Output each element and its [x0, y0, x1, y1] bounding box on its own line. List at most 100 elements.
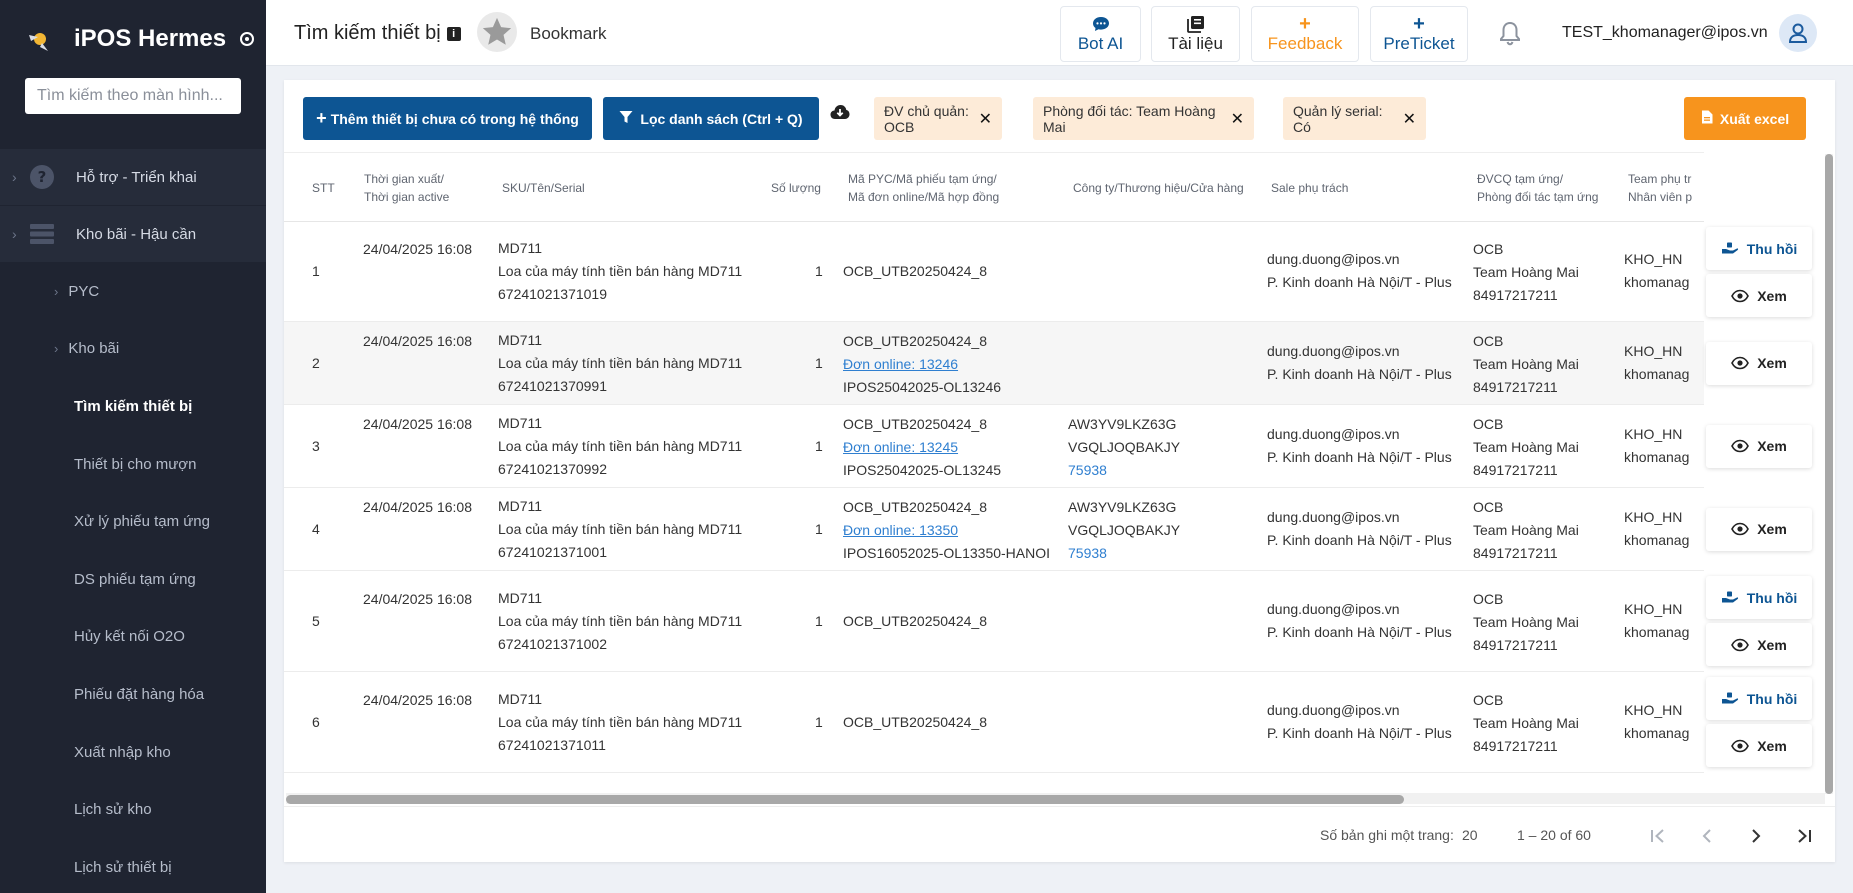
chevron-right-icon: › — [54, 341, 59, 356]
sidebar-item-ds-phieu-tam-ung[interactable]: DS phiếu tạm ứng — [74, 568, 196, 592]
book-icon — [1186, 14, 1205, 34]
sidebar-group-warehouse[interactable]: › Kho bãi - Hậu cần — [0, 206, 266, 262]
cell-time: 24/04/2025 16:08 — [363, 332, 472, 349]
vertical-scrollbar[interactable] — [1825, 154, 1833, 794]
table-row[interactable]: 5 24/04/2025 16:08 MD711 Loa của máy tính t… — [284, 571, 1812, 672]
table-row[interactable]: 1 24/04/2025 16:08 MD711 Loa của máy tính t… — [284, 222, 1812, 322]
store-link[interactable]: 75938 — [1068, 459, 1180, 482]
sale-department: P. Kinh doanh Hà Nội/T - Plus — [1267, 724, 1452, 741]
cell-sale: dung.duong@ipos.vn P. Kinh doanh Hà Nội/T… — [1267, 699, 1452, 745]
col-sale: Sale phụ trách — [1271, 181, 1349, 195]
filter-icon — [619, 110, 633, 127]
table-row[interactable]: 2 24/04/2025 16:08 MD711 Loa của máy tính t… — [284, 322, 1812, 405]
device-name: Loa của máy tính tiền bán hàng MD711 — [498, 354, 743, 371]
sidebar-item-phieu-dat-hang-hoa[interactable]: Phiếu đặt hàng hóa — [74, 683, 204, 707]
app-logo-row: iPOS Hermes — [0, 0, 266, 78]
sku-code: MD711 — [498, 240, 543, 256]
view-button[interactable]: Xem — [1706, 724, 1812, 767]
prev-page-icon[interactable] — [1694, 823, 1720, 849]
row-actions: Thu hồi Xem — [1704, 571, 1814, 672]
staff-name: khomanag — [1624, 623, 1690, 640]
per-page-select[interactable]: 20 — [1462, 827, 1478, 843]
close-icon[interactable]: ✕ — [979, 109, 992, 129]
recall-button[interactable]: Thu hồi — [1706, 677, 1812, 720]
cell-team: KHO_HN khomanag — [1624, 248, 1689, 294]
sidebar-item-thiet-bi-cho-muon[interactable]: Thiết bị cho mượn — [74, 453, 196, 477]
online-order-link[interactable]: Đơn online: 13350 — [843, 519, 1050, 542]
cell-qty: 1 — [815, 354, 823, 371]
sidebar-item-lich-su-thiet-bi[interactable]: Lịch sử thiết bị — [74, 856, 172, 880]
user-avatar-icon[interactable] — [1779, 14, 1817, 52]
tai-lieu-button[interactable]: Tài liệu — [1151, 6, 1240, 62]
bot-ai-button[interactable]: Bot AI — [1060, 6, 1141, 62]
table-row[interactable]: 4 24/04/2025 16:08 MD711 Loa của máy tính t… — [284, 488, 1812, 571]
horizontal-scroll-thumb[interactable] — [286, 795, 1404, 804]
sidebar-group-support[interactable]: › ? Hỗ trợ - Triển khai — [0, 149, 266, 205]
user-email[interactable]: TEST_khomanager@ipos.vn — [1562, 24, 1768, 42]
chat-bubble-icon — [1092, 14, 1110, 34]
bell-icon[interactable] — [1498, 20, 1522, 51]
filter-chip-phong-doi-tac[interactable]: Phòng đối tác: Team Hoàng Mai ✕ — [1033, 97, 1254, 140]
file-icon — [1701, 110, 1713, 127]
sidebar-item-tim-kiem-thiet-bi[interactable]: Tìm kiếm thiết bị — [74, 395, 192, 419]
info-icon[interactable]: i — [446, 27, 461, 41]
sidebar-item-lich-su-kho[interactable]: Lịch sử kho — [74, 798, 152, 822]
view-label: Xem — [1757, 287, 1787, 304]
view-button[interactable]: Xem — [1706, 424, 1812, 468]
eye-icon — [1731, 289, 1750, 302]
recall-button[interactable]: Thu hồi — [1706, 227, 1812, 270]
preticket-button[interactable]: + PreTicket — [1370, 6, 1468, 62]
export-excel-button[interactable]: Xuất excel — [1684, 97, 1806, 140]
filter-chip-quan-ly-serial[interactable]: Quản lý serial: Có ✕ — [1283, 97, 1426, 140]
serial-number: 67241021370991 — [498, 377, 608, 394]
sidebar-item-xu-ly-phieu-tam-ung[interactable]: Xử lý phiếu tạm ứng — [74, 510, 210, 534]
col-time-line2: Thời gian active — [364, 190, 450, 204]
feedback-button[interactable]: + Feedback — [1251, 6, 1359, 62]
close-icon[interactable]: ✕ — [1403, 109, 1416, 129]
view-button[interactable]: Xem — [1706, 507, 1812, 551]
cell-time: 24/04/2025 16:08 — [363, 691, 472, 708]
view-button[interactable]: Xem — [1706, 341, 1812, 385]
request-code: OCB_UTB20250424_8 — [843, 332, 987, 349]
cell-sku: MD711 Loa của máy tính tiền bán hàng MD71… — [498, 495, 742, 564]
sidebar-subgroup-pyc[interactable]: › PYC — [54, 280, 99, 304]
add-device-button[interactable]: + Thêm thiết bị chưa có trong hệ thống — [303, 97, 592, 140]
hand-holding-icon — [1721, 692, 1738, 703]
sale-email: dung.duong@ipos.vn — [1267, 425, 1400, 442]
feedback-label: Feedback — [1267, 34, 1343, 53]
filter-list-button[interactable]: Lọc danh sách (Ctrl + Q) — [603, 97, 819, 140]
view-button[interactable]: Xem — [1706, 274, 1812, 317]
sidebar-item-huy-ket-noi-o2o[interactable]: Hủy kết nối O2O — [74, 625, 185, 649]
warehouse-code: KHO_HN — [1624, 701, 1683, 718]
vertical-scroll-thumb[interactable] — [1825, 154, 1833, 794]
partner-team: Team Hoàng Mai — [1473, 438, 1579, 455]
next-page-icon[interactable] — [1743, 823, 1769, 849]
radio-dot-icon[interactable] — [240, 32, 255, 46]
sidebar-subgroup-kho-bai[interactable]: › Kho bãi — [54, 337, 119, 361]
contract-code: IPOS25042025-OL13246 — [843, 378, 1002, 395]
sidebar-item-xuat-nhap-kho[interactable]: Xuất nhập kho — [74, 741, 171, 765]
serial-number: 67241021371019 — [498, 286, 608, 302]
cell-company: AW3YV9LKZ63G VGQLJOQBAKJY 75938 — [1068, 413, 1180, 482]
sidebar-search-input[interactable] — [25, 78, 241, 114]
filter-chip-dv-chu-quan[interactable]: ĐV chủ quản: OCB ✕ — [874, 97, 1002, 140]
star-icon[interactable] — [477, 12, 517, 52]
cell-code: OCB_UTB20250424_8 — [843, 610, 987, 633]
store-link[interactable]: 75938 — [1068, 542, 1180, 565]
online-order-link[interactable]: Đơn online: 13245 — [843, 436, 1001, 459]
first-page-icon[interactable] — [1645, 823, 1671, 849]
col-code-line1: Mã PYC/Mã phiếu tạm ứng/ — [848, 172, 997, 186]
toolbar: + Thêm thiết bị chưa có trong hệ thống L… — [284, 80, 1835, 152]
partner-phone: 84917217211 — [1473, 378, 1558, 395]
online-order-link[interactable]: Đơn online: 13246 — [843, 353, 1001, 376]
table-row[interactable]: 3 24/04/2025 16:08 MD711 Loa của máy tính t… — [284, 405, 1812, 488]
cloud-download-icon[interactable] — [830, 104, 850, 125]
cell-stt: 6 — [312, 713, 320, 730]
table-row[interactable]: 6 24/04/2025 16:08 MD711 Loa của máy tính t… — [284, 672, 1812, 773]
close-icon[interactable]: ✕ — [1231, 109, 1244, 129]
horizontal-scrollbar[interactable] — [286, 793, 1825, 804]
bookmark-label[interactable]: Bookmark — [530, 24, 607, 44]
last-page-icon[interactable] — [1791, 823, 1817, 849]
view-button[interactable]: Xem — [1706, 623, 1812, 666]
recall-button[interactable]: Thu hồi — [1706, 576, 1812, 619]
